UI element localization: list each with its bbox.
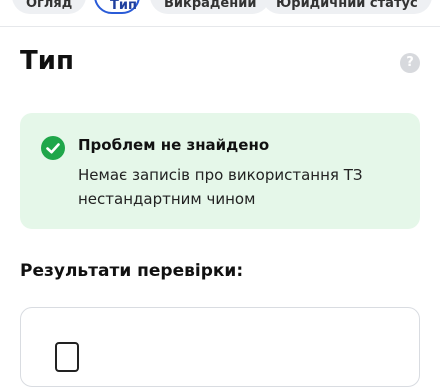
status-card: Проблем не знайдено Немає записів про ви… bbox=[20, 113, 420, 229]
check-circle-icon bbox=[41, 136, 65, 160]
tab-stolen[interactable]: Викрадений bbox=[150, 0, 271, 14]
result-card[interactable] bbox=[20, 307, 420, 387]
page-title: Тип bbox=[20, 46, 74, 76]
tab-overview[interactable]: Огляд bbox=[12, 0, 87, 14]
tab-bar: Огляд Тип Викрадений Юридичний статус bbox=[0, 0, 440, 16]
status-title: Проблем не знайдено bbox=[78, 136, 270, 154]
tab-type[interactable]: Тип bbox=[94, 0, 140, 14]
tab-divider bbox=[0, 26, 440, 27]
results-title: Результати перевірки: bbox=[20, 261, 244, 281]
document-icon bbox=[55, 342, 79, 372]
status-description: Немає записів про використання ТЗ нестан… bbox=[78, 166, 363, 208]
tab-legal-status[interactable]: Юридичний статус bbox=[262, 0, 432, 14]
question-icon[interactable]: ? bbox=[400, 53, 420, 73]
